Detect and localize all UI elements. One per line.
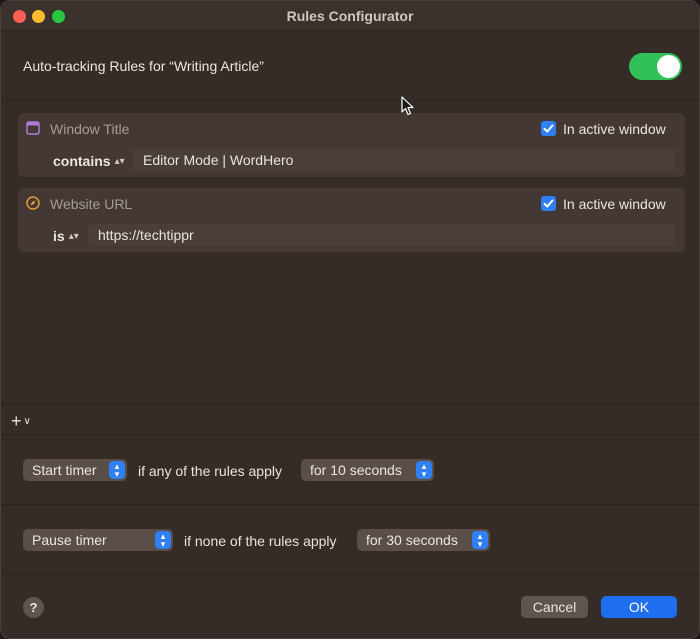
in-active-window-label: In active window (563, 121, 666, 137)
help-button[interactable]: ? (23, 597, 44, 618)
pause-timer-label: Pause timer (32, 532, 107, 548)
rule-value-field[interactable]: Editor Mode | WordHero (133, 149, 675, 171)
rule-name: Window Title (50, 121, 130, 137)
header-row: Auto-tracking Rules for “Writing Article… (1, 31, 699, 101)
in-active-window-label: In active window (563, 196, 666, 212)
window-icon (26, 121, 40, 135)
divider (1, 504, 699, 505)
start-timer-select[interactable]: Start timer ▴ ▾ (23, 459, 127, 481)
start-timer-label: Start timer (32, 462, 97, 478)
chevron-updown-icon: ▴▾ (416, 461, 432, 479)
chevron-updown-icon: ▴▾ (109, 461, 125, 479)
rule-value-text: https://techtippr (98, 227, 194, 243)
pause-timer-select[interactable]: Pause timer ▴ ▾ (23, 529, 173, 551)
cancel-button[interactable]: Cancel (521, 596, 588, 618)
chevron-updown-icon: ▴▾ (155, 531, 171, 549)
divider (1, 574, 699, 575)
start-duration-select[interactable]: for 10 seconds ▴ ▾ (301, 459, 434, 481)
rules-configurator-window: Rules Configurator Auto-tracking Rules f… (0, 0, 700, 639)
rule-website-url: Website URL In active window is ▴▾ https:… (18, 188, 685, 252)
checkmark-icon (543, 199, 554, 208)
ok-button[interactable]: OK (601, 596, 677, 618)
in-active-window-checkbox[interactable] (541, 196, 556, 211)
pause-condition-text: if none of the rules apply (184, 533, 337, 549)
checkmark-icon (543, 124, 554, 133)
chevron-updown-icon: ▴▾ (114, 156, 125, 167)
start-condition-text: if any of the rules apply (138, 463, 282, 479)
rule-value-field[interactable]: https://techtippr (88, 224, 675, 246)
redacted-url-part (213, 231, 408, 240)
rule-window-title: Window Title In active window contains ▴▾… (18, 113, 685, 177)
operator-select[interactable]: contains ▴▾ (53, 153, 125, 169)
operator-select[interactable]: is ▴▾ (53, 228, 79, 244)
pause-duration-label: for 30 seconds (366, 532, 458, 548)
divider (1, 404, 699, 405)
operator-value: is (53, 228, 65, 244)
divider (1, 434, 699, 435)
in-active-window-checkbox[interactable] (541, 121, 556, 136)
rule-name: Website URL (50, 196, 133, 212)
chevron-down-icon: ∨ (23, 416, 31, 427)
chevron-updown-icon: ▴▾ (68, 231, 79, 242)
start-duration-label: for 10 seconds (310, 462, 402, 478)
pause-duration-select[interactable]: for 30 seconds ▴ ▾ (357, 529, 490, 551)
title-bar: Rules Configurator (1, 1, 699, 31)
compass-icon (26, 196, 40, 210)
auto-tracking-toggle[interactable] (629, 53, 682, 80)
plus-icon: + (11, 411, 22, 431)
toggle-knob (657, 55, 680, 78)
chevron-updown-icon: ▴▾ (472, 531, 488, 549)
auto-tracking-label: Auto-tracking Rules for “Writing Article… (23, 58, 264, 74)
mouse-cursor-icon (401, 96, 414, 116)
operator-value: contains (53, 153, 111, 169)
window-title: Rules Configurator (286, 8, 414, 24)
add-rule-button[interactable]: + ∨ (11, 411, 31, 432)
